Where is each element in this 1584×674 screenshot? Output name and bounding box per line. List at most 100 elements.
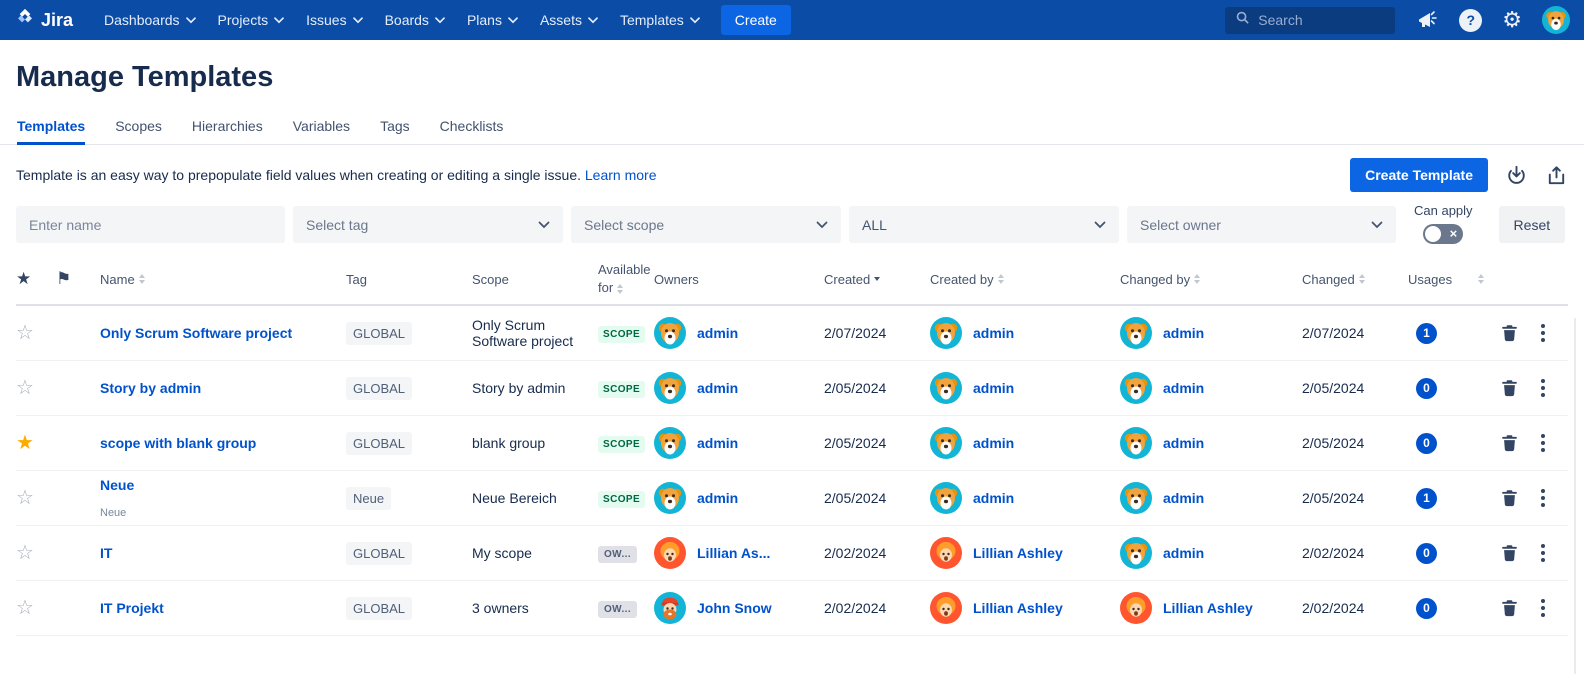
owner-link[interactable]: admin	[697, 490, 738, 506]
learn-more-link[interactable]: Learn more	[585, 167, 657, 183]
created-by-link[interactable]: Lillian Ashley	[973, 600, 1063, 616]
avatar	[1120, 427, 1152, 459]
filter-bar: Select tag Select scope ALL Select owner…	[0, 200, 1584, 254]
nav-item-templates[interactable]: Templates	[609, 0, 711, 40]
gear-icon[interactable]: ⚙	[1502, 9, 1522, 31]
template-name-link[interactable]: scope with blank group	[100, 435, 256, 451]
owner-link[interactable]: Lillian As...	[697, 545, 770, 561]
table-row: ☆ITGLOBALMy scopeOW...Lillian As...2/02/…	[16, 526, 1568, 581]
favorite-star-icon[interactable]: ☆	[16, 543, 56, 563]
template-name-link[interactable]: Neue	[100, 477, 134, 493]
search-input[interactable]	[1258, 12, 1378, 28]
table-row: ☆NeueNeueNeueNeue BereichSCOPEadmin2/05/…	[16, 471, 1568, 526]
created-by-link[interactable]: Lillian Ashley	[973, 545, 1063, 561]
nav-item-dashboards[interactable]: Dashboards	[93, 0, 207, 40]
search-icon	[1235, 10, 1250, 30]
tab-bar: Templates Scopes Hierarchies Variables Tags C…	[0, 118, 1584, 145]
owner-cell: admin	[654, 317, 824, 349]
delete-icon[interactable]	[1501, 379, 1518, 397]
created-by-link[interactable]: admin	[973, 435, 1014, 451]
tag-badge: GLOBAL	[346, 432, 412, 455]
tag-cell: GLOBAL	[346, 377, 472, 400]
kebab-menu-icon[interactable]	[1539, 432, 1547, 454]
delete-icon[interactable]	[1501, 324, 1518, 342]
create-button[interactable]: Create	[721, 5, 791, 35]
kebab-menu-icon[interactable]	[1539, 542, 1547, 564]
tab-templates[interactable]: Templates	[17, 118, 85, 144]
kebab-menu-icon[interactable]	[1539, 377, 1547, 399]
changed-by-link[interactable]: admin	[1163, 490, 1204, 506]
changed-by-link[interactable]: admin	[1163, 380, 1204, 396]
delete-icon[interactable]	[1501, 434, 1518, 452]
created-by-link[interactable]: admin	[973, 490, 1014, 506]
delete-icon[interactable]	[1501, 544, 1518, 562]
created-date: 2/05/2024	[824, 380, 930, 396]
header-created[interactable]: Created	[824, 272, 930, 287]
header-usages[interactable]: Usages	[1408, 272, 1492, 287]
changed-date: 2/05/2024	[1302, 435, 1408, 451]
owner-link[interactable]: John Snow	[697, 600, 772, 616]
tab-hierarchies[interactable]: Hierarchies	[192, 118, 263, 144]
scrollbar-track[interactable]	[1574, 318, 1576, 674]
template-name-link[interactable]: Only Scrum Software project	[100, 325, 292, 341]
create-template-button[interactable]: Create Template	[1350, 158, 1488, 192]
user-avatar[interactable]	[1542, 6, 1570, 34]
filter-scope-select[interactable]: Select scope	[571, 206, 841, 243]
favorite-star-icon[interactable]: ★	[16, 433, 56, 453]
owner-link[interactable]: admin	[697, 325, 738, 341]
template-name-link[interactable]: IT Projekt	[100, 600, 164, 616]
header-changed[interactable]: Changed	[1302, 272, 1408, 287]
template-name-link[interactable]: IT	[100, 545, 112, 561]
kebab-menu-icon[interactable]	[1539, 597, 1547, 619]
kebab-menu-icon[interactable]	[1539, 487, 1547, 509]
import-icon[interactable]	[1505, 164, 1528, 187]
changed-by-link[interactable]: admin	[1163, 435, 1204, 451]
kebab-menu-icon[interactable]	[1539, 322, 1547, 344]
nav-item-assets[interactable]: Assets	[529, 0, 609, 40]
changed-by-link[interactable]: admin	[1163, 325, 1204, 341]
header-changed-by[interactable]: Changed by	[1120, 272, 1302, 287]
export-icon[interactable]	[1545, 164, 1568, 187]
nav-item-issues[interactable]: Issues	[295, 0, 373, 40]
tab-tags[interactable]: Tags	[380, 118, 410, 144]
usages-cell: 1	[1408, 323, 1492, 344]
avatar	[654, 537, 686, 569]
delete-icon[interactable]	[1501, 489, 1518, 507]
nav-item-projects[interactable]: Projects	[207, 0, 296, 40]
delete-icon[interactable]	[1501, 599, 1518, 617]
search-box[interactable]	[1225, 7, 1395, 34]
jira-logo[interactable]: Jira	[14, 7, 73, 34]
favorite-star-icon[interactable]: ☆	[16, 598, 56, 618]
can-apply-toggle[interactable]: ×	[1423, 224, 1463, 244]
created-by-link[interactable]: admin	[973, 380, 1014, 396]
reset-button[interactable]: Reset	[1499, 206, 1566, 243]
filter-name-input[interactable]	[16, 206, 285, 243]
created-by-link[interactable]: admin	[973, 325, 1014, 341]
filter-type-select[interactable]: ALL	[849, 206, 1119, 243]
changed-by-link[interactable]: admin	[1163, 545, 1204, 561]
owner-link[interactable]: admin	[697, 380, 738, 396]
usages-cell: 0	[1408, 433, 1492, 454]
filter-owner-select[interactable]: Select owner	[1127, 206, 1396, 243]
filter-tag-select[interactable]: Select tag	[293, 206, 563, 243]
changed-by-link[interactable]: Lillian Ashley	[1163, 600, 1253, 616]
tab-variables[interactable]: Variables	[293, 118, 350, 144]
favorite-star-icon[interactable]: ☆	[16, 378, 56, 398]
favorite-star-icon[interactable]: ☆	[16, 323, 56, 343]
nav-item-boards[interactable]: Boards	[374, 0, 456, 40]
favorite-star-icon[interactable]: ☆	[16, 488, 56, 508]
header-name[interactable]: Name	[100, 272, 346, 287]
owner-link[interactable]: admin	[697, 435, 738, 451]
tab-scopes[interactable]: Scopes	[115, 118, 162, 144]
avatar	[654, 317, 686, 349]
announcement-icon[interactable]	[1415, 8, 1439, 32]
changed-by-cell: admin	[1120, 317, 1302, 349]
header-available-for[interactable]: Available for	[598, 261, 654, 296]
template-name-link[interactable]: Story by admin	[100, 380, 201, 396]
table-row: ☆Story by adminGLOBALStory by adminSCOPE…	[16, 361, 1568, 416]
tab-checklists[interactable]: Checklists	[440, 118, 504, 144]
usages-badge: 0	[1416, 543, 1437, 564]
nav-item-plans[interactable]: Plans	[456, 0, 529, 40]
header-created-by[interactable]: Created by	[930, 272, 1120, 287]
help-icon[interactable]: ?	[1459, 9, 1482, 32]
